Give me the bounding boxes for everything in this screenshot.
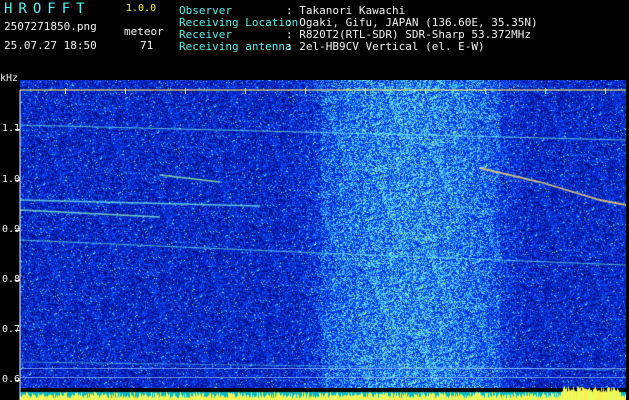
axis-overlay <box>15 88 626 400</box>
hrofft-window: { "app": { "title": "HROFFT", "version":… <box>0 0 629 400</box>
